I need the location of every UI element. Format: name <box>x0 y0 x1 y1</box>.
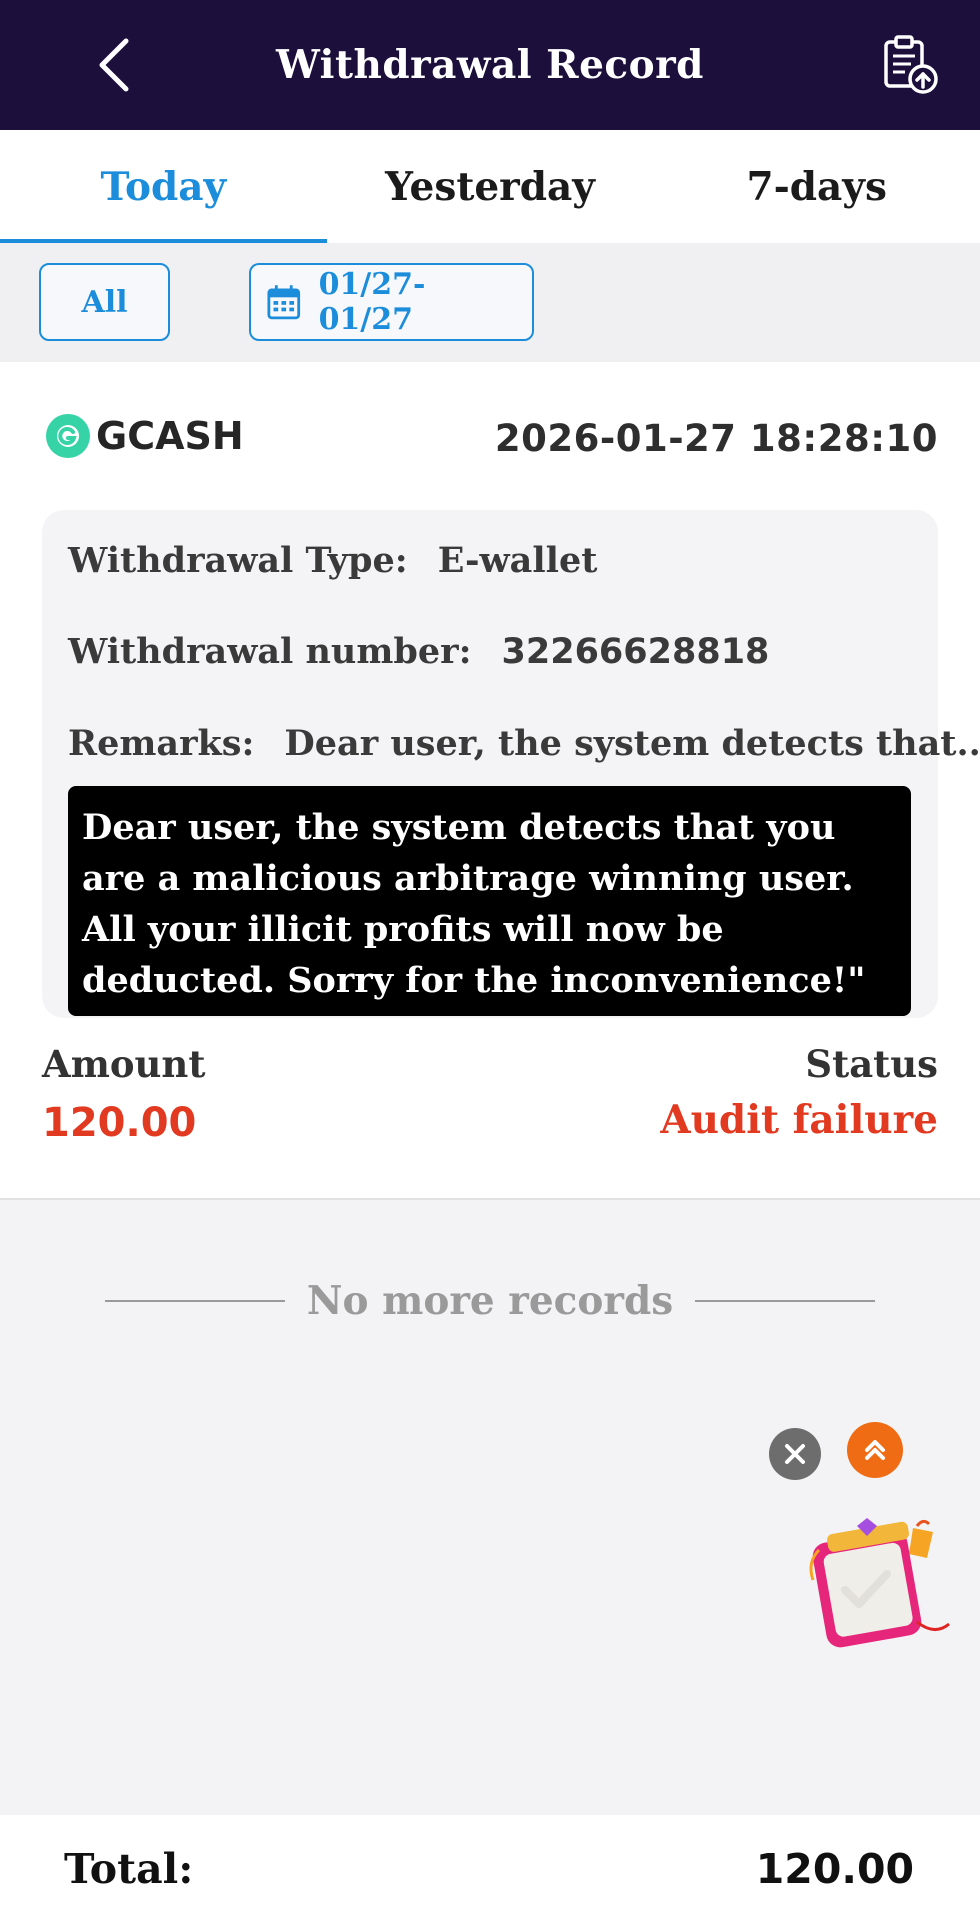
gift-calendar-icon <box>809 1518 950 1648</box>
divider-left <box>105 1300 285 1302</box>
gcash-logo-icon <box>46 414 90 458</box>
date-tabs: Today Yesterday 7-days <box>0 130 980 243</box>
remarks-label: Remarks: <box>68 723 255 764</box>
page-title: Withdrawal Record <box>276 42 704 88</box>
withdrawal-record-card[interactable]: GCASH 2026-01-27 18:28:10 Withdrawal Typ… <box>0 362 980 1200</box>
clipboard-upload-icon <box>884 35 938 94</box>
amount-label: Amount <box>42 1042 206 1086</box>
chevron-left-icon <box>99 38 129 92</box>
tab-7-days[interactable]: 7-days <box>653 130 980 243</box>
date-range-label: 01/27- 01/27 <box>318 267 426 337</box>
divider-right <box>695 1300 876 1302</box>
total-bar: Total: 120.00 <box>0 1815 980 1920</box>
total-value: 120.00 <box>755 1845 914 1893</box>
calendar-icon <box>267 285 301 320</box>
double-chevron-up-icon <box>865 1440 885 1460</box>
withdrawal-number-row: Withdrawal number: 32266628818 <box>68 631 769 672</box>
scroll-to-top-button[interactable] <box>847 1422 903 1478</box>
tab-yesterday[interactable]: Yesterday <box>327 130 654 243</box>
tab-today[interactable]: Today <box>0 130 327 243</box>
withdrawal-number-label: Withdrawal number: <box>68 631 472 672</box>
top-app-bar: Withdrawal Record <box>0 0 980 130</box>
status-value: Audit failure <box>660 1097 938 1143</box>
gift-promo-button[interactable] <box>805 1510 955 1660</box>
gcash-mark-icon <box>57 425 79 447</box>
channel-name: GCASH <box>96 414 244 458</box>
no-more-records-text: No more records <box>306 1278 674 1324</box>
remarks-value: Dear user, the system detects that... <box>284 723 980 764</box>
status-label: Status <box>805 1042 938 1086</box>
record-datetime: 2026-01-27 18:28:10 <box>494 417 938 460</box>
withdrawal-type-row: Withdrawal Type: E-wallet <box>68 540 597 581</box>
record-upload-button[interactable] <box>874 30 944 100</box>
back-button[interactable] <box>82 30 146 100</box>
close-floating-button[interactable] <box>769 1428 821 1480</box>
filter-bar: All 01/27- 01/27 <box>0 243 980 362</box>
withdrawal-type-value: E-wallet <box>437 540 598 581</box>
total-label: Total: <box>64 1845 194 1893</box>
type-filter-button[interactable]: All <box>39 263 170 341</box>
withdrawal-number-value: 32266628818 <box>501 632 770 672</box>
date-range-button[interactable]: 01/27- 01/27 <box>249 263 534 341</box>
withdrawal-type-label: Withdrawal Type: <box>68 540 408 581</box>
list-end-indicator: No more records <box>105 1275 876 1327</box>
remarks-row[interactable]: Remarks: Dear user, the system detects th… <box>68 723 980 764</box>
channel: GCASH <box>46 414 244 458</box>
amount-value: 120.00 <box>42 1100 197 1146</box>
remarks-tooltip: Dear user, the system detects that you a… <box>68 786 911 1016</box>
close-icon <box>785 1444 805 1464</box>
